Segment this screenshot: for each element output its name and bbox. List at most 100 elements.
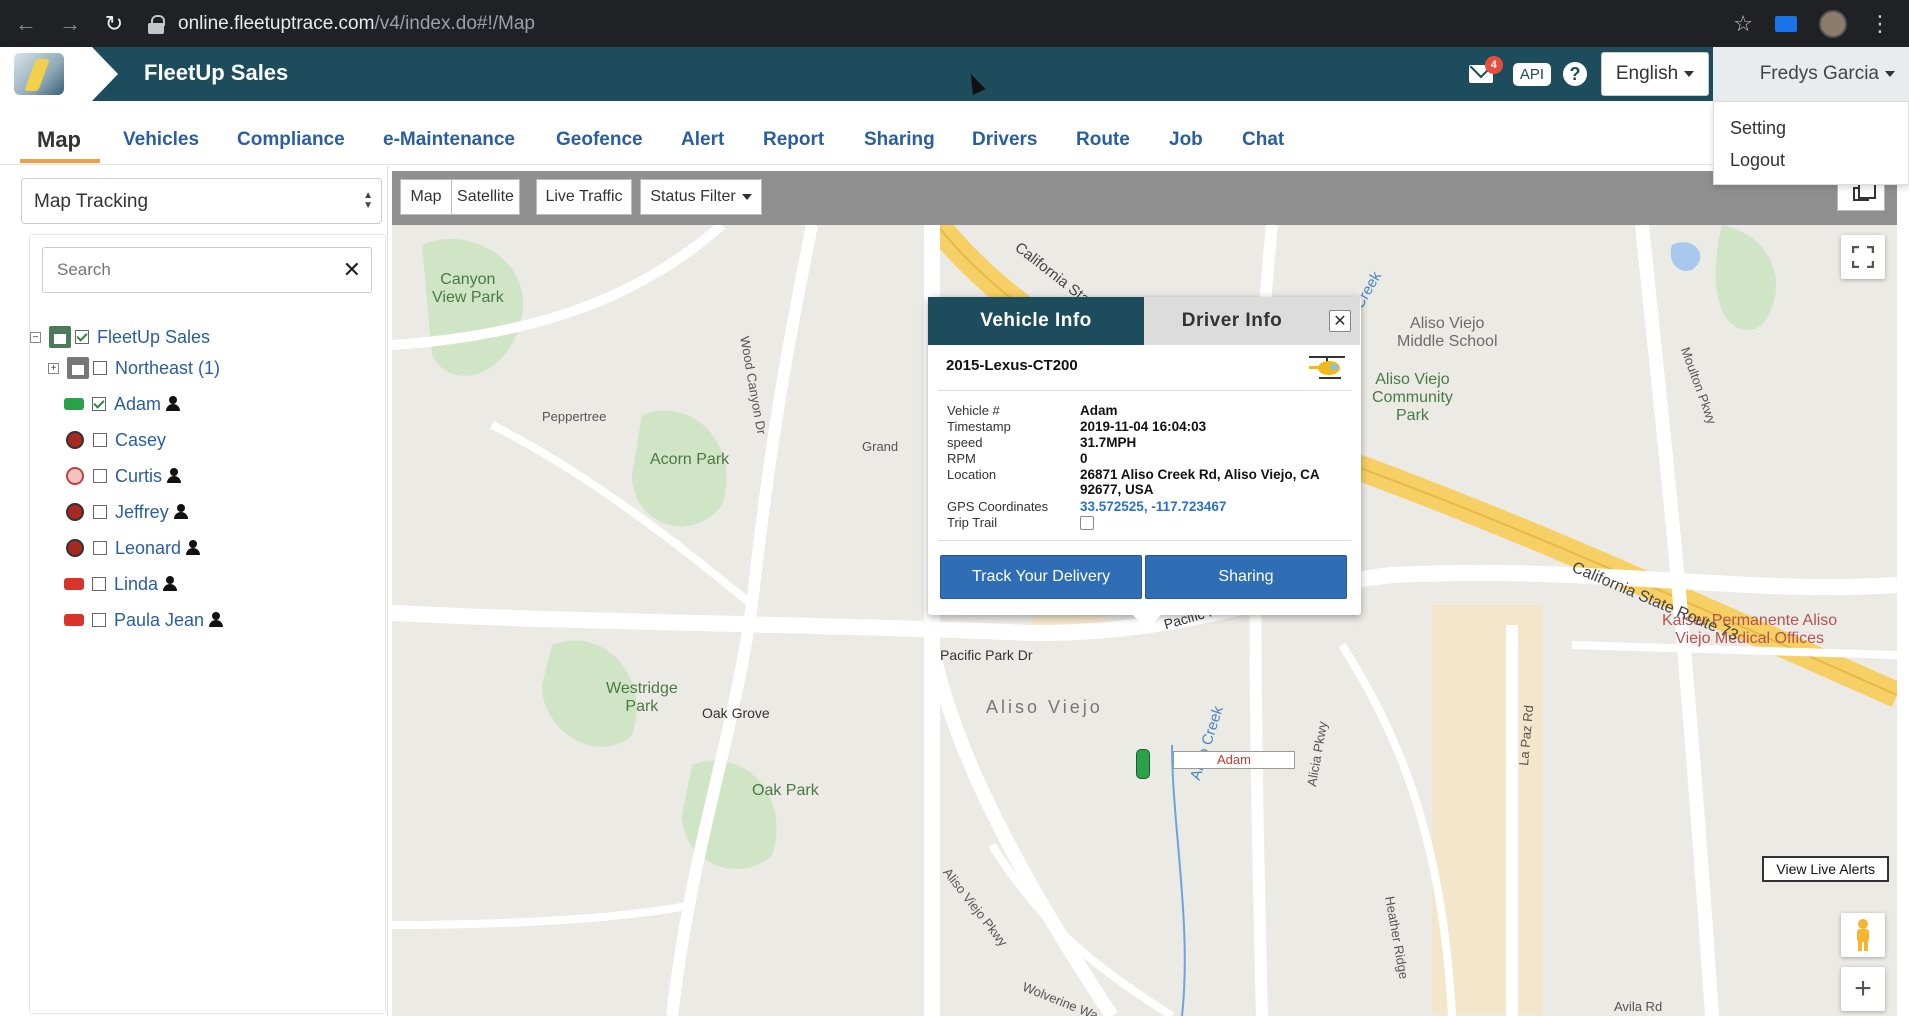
search-field[interactable]: ✕ (42, 247, 372, 293)
vehicle-row-jeffrey[interactable]: Jeffrey (64, 499, 192, 525)
status-filter-dropdown[interactable]: Status Filter (640, 179, 762, 215)
tab-e-maintenance[interactable]: e-Maintenance (383, 129, 515, 151)
view-live-alerts-button[interactable]: View Live Alerts (1762, 856, 1889, 882)
menu-item-logout[interactable]: Logout (1714, 146, 1908, 178)
map-mode-select[interactable]: Map Tracking ▲ ▼ (21, 178, 382, 224)
forward-icon[interactable]: → (52, 6, 88, 42)
tab-alert[interactable]: Alert (681, 129, 724, 151)
vehicle-tag-label[interactable]: Adam (1173, 751, 1295, 769)
vehicle-row-casey[interactable]: Casey (64, 427, 166, 453)
clear-search-icon[interactable]: ✕ (343, 257, 361, 283)
language-label: English (1615, 63, 1679, 84)
vehicle-tree-panel: ✕ − FleetUp Sales + Northeast (1) Adam C… (29, 234, 386, 1014)
idle-vehicle-icon (66, 467, 84, 485)
tab-geofence[interactable]: Geofence (556, 129, 643, 151)
trip-trail-checkbox[interactable] (1080, 516, 1094, 530)
vehicle-row-leonard[interactable]: Leonard (64, 535, 204, 561)
vehicle-checkbox[interactable] (92, 613, 106, 627)
fleetup-logo[interactable] (0, 47, 118, 101)
fullscreen-button[interactable] (1841, 235, 1885, 279)
url-path: /v4/index.do#!/Map (374, 12, 535, 34)
expand-icon[interactable]: + (48, 362, 59, 374)
collapse-icon[interactable]: − (30, 331, 41, 343)
tab-chat[interactable]: Chat (1242, 129, 1284, 151)
close-popup-icon[interactable]: ✕ (1329, 310, 1351, 332)
vehicle-checkbox[interactable] (92, 577, 106, 591)
extension-icon[interactable] (1775, 15, 1797, 32)
browser-menu-icon[interactable]: ⋮ (1869, 11, 1891, 37)
tab-vehicles[interactable]: Vehicles (123, 129, 199, 151)
group-house-icon (67, 357, 89, 379)
vehicle-row-linda[interactable]: Linda (64, 571, 181, 597)
vehicle-checkbox[interactable] (93, 433, 107, 447)
offline-vehicle-icon (64, 578, 84, 590)
menu-item-setting[interactable]: Setting (1714, 114, 1908, 146)
caret-down-icon (741, 194, 752, 200)
offline-vehicle-icon (64, 614, 84, 626)
vehicle-row-paula-jean[interactable]: Paula Jean (64, 607, 227, 633)
pegman-icon (1857, 919, 1869, 951)
driver-icon (166, 396, 184, 412)
bookmark-star-icon[interactable]: ☆ (1733, 11, 1753, 37)
tree-root[interactable]: − FleetUp Sales (30, 324, 210, 350)
tab-driver-info[interactable]: Driver Info (1144, 297, 1360, 345)
sharing-button[interactable]: Sharing (1145, 555, 1347, 599)
driver-icon (173, 504, 192, 520)
vehicle-row-adam[interactable]: Adam (64, 391, 184, 417)
street-view-button[interactable] (1841, 913, 1885, 957)
vehicle-checkbox[interactable] (93, 505, 107, 519)
vehicle-row-curtis[interactable]: Curtis (64, 463, 185, 489)
address-bar[interactable]: online.fleetuptrace.com/v4/index.do#!/Ma… (148, 8, 1748, 39)
canyon-view-park-label: Canyon View Park (432, 271, 504, 306)
field-value-gps[interactable]: 33.572525, -117.723467 (1080, 499, 1350, 514)
driver-icon (186, 540, 204, 556)
satellite-view-button[interactable]: Satellite (451, 179, 520, 215)
mail-icon[interactable]: 4 (1468, 56, 1503, 83)
tab-sharing[interactable]: Sharing (864, 129, 935, 151)
reload-icon[interactable]: ↻ (96, 6, 132, 42)
map-view-button[interactable]: Map (400, 179, 452, 215)
api-button[interactable]: API (1512, 62, 1551, 86)
tab-report[interactable]: Report (763, 129, 824, 151)
help-icon[interactable]: ? (1563, 62, 1587, 86)
vehicle-checkbox[interactable] (92, 397, 106, 411)
tab-route[interactable]: Route (1076, 129, 1130, 151)
tab-map[interactable]: Map (37, 127, 81, 153)
tab-drivers[interactable]: Drivers (972, 129, 1038, 151)
vehicle-checkbox[interactable] (93, 541, 107, 555)
field-value-timestamp: 2019-11-04 16:04:03 (1080, 419, 1207, 434)
tree-group-label: Northeast (1) (115, 357, 221, 378)
field-value-speed: 31.7MPH (1080, 435, 1137, 450)
zoom-in-button[interactable]: + (1841, 967, 1885, 1011)
group-checkbox[interactable] (93, 361, 107, 375)
main-nav: Map Vehicles Compliance e-Maintenance Ge… (0, 101, 1909, 165)
user-menu-button[interactable]: Fredys Garcia (1713, 47, 1909, 101)
tree-group-northeast[interactable]: + Northeast (1) (48, 355, 220, 381)
profile-avatar[interactable] (1819, 9, 1847, 38)
oak-park-label: Oak Park (752, 782, 819, 799)
search-input[interactable] (43, 248, 333, 292)
tab-compliance[interactable]: Compliance (237, 129, 345, 151)
app-title: FleetUp Sales (144, 60, 289, 85)
aliso-creek-stream (1171, 744, 1186, 1016)
field-label-location: Location (947, 467, 997, 482)
moving-vehicle-icon (64, 398, 84, 410)
language-dropdown[interactable]: English (1601, 52, 1709, 96)
tab-vehicle-info[interactable]: Vehicle Info (928, 297, 1144, 345)
field-value-vehicle: Adam (1080, 403, 1118, 418)
map-toolbar: Map Satellite Live Traffic Status Filter (392, 171, 1897, 225)
vehicle-name: Leonard (115, 537, 182, 558)
community-park-label: Aliso Viejo Community Park (1372, 371, 1453, 424)
live-traffic-button[interactable]: Live Traffic (536, 179, 632, 215)
restore-window-icon (1853, 183, 1876, 201)
map-mode-value: Map Tracking (34, 191, 149, 212)
select-arrows-icon: ▲ ▼ (363, 190, 373, 211)
active-tab-indicator (20, 159, 100, 163)
root-checkbox[interactable] (75, 330, 89, 344)
vehicle-marker-adam[interactable] (1136, 749, 1150, 779)
vehicle-checkbox[interactable] (93, 469, 107, 483)
track-delivery-button[interactable]: Track Your Delivery (940, 555, 1142, 599)
tab-job[interactable]: Job (1169, 129, 1203, 151)
back-icon[interactable]: ← (8, 6, 44, 42)
field-label-gps: GPS Coordinates (947, 499, 1049, 514)
